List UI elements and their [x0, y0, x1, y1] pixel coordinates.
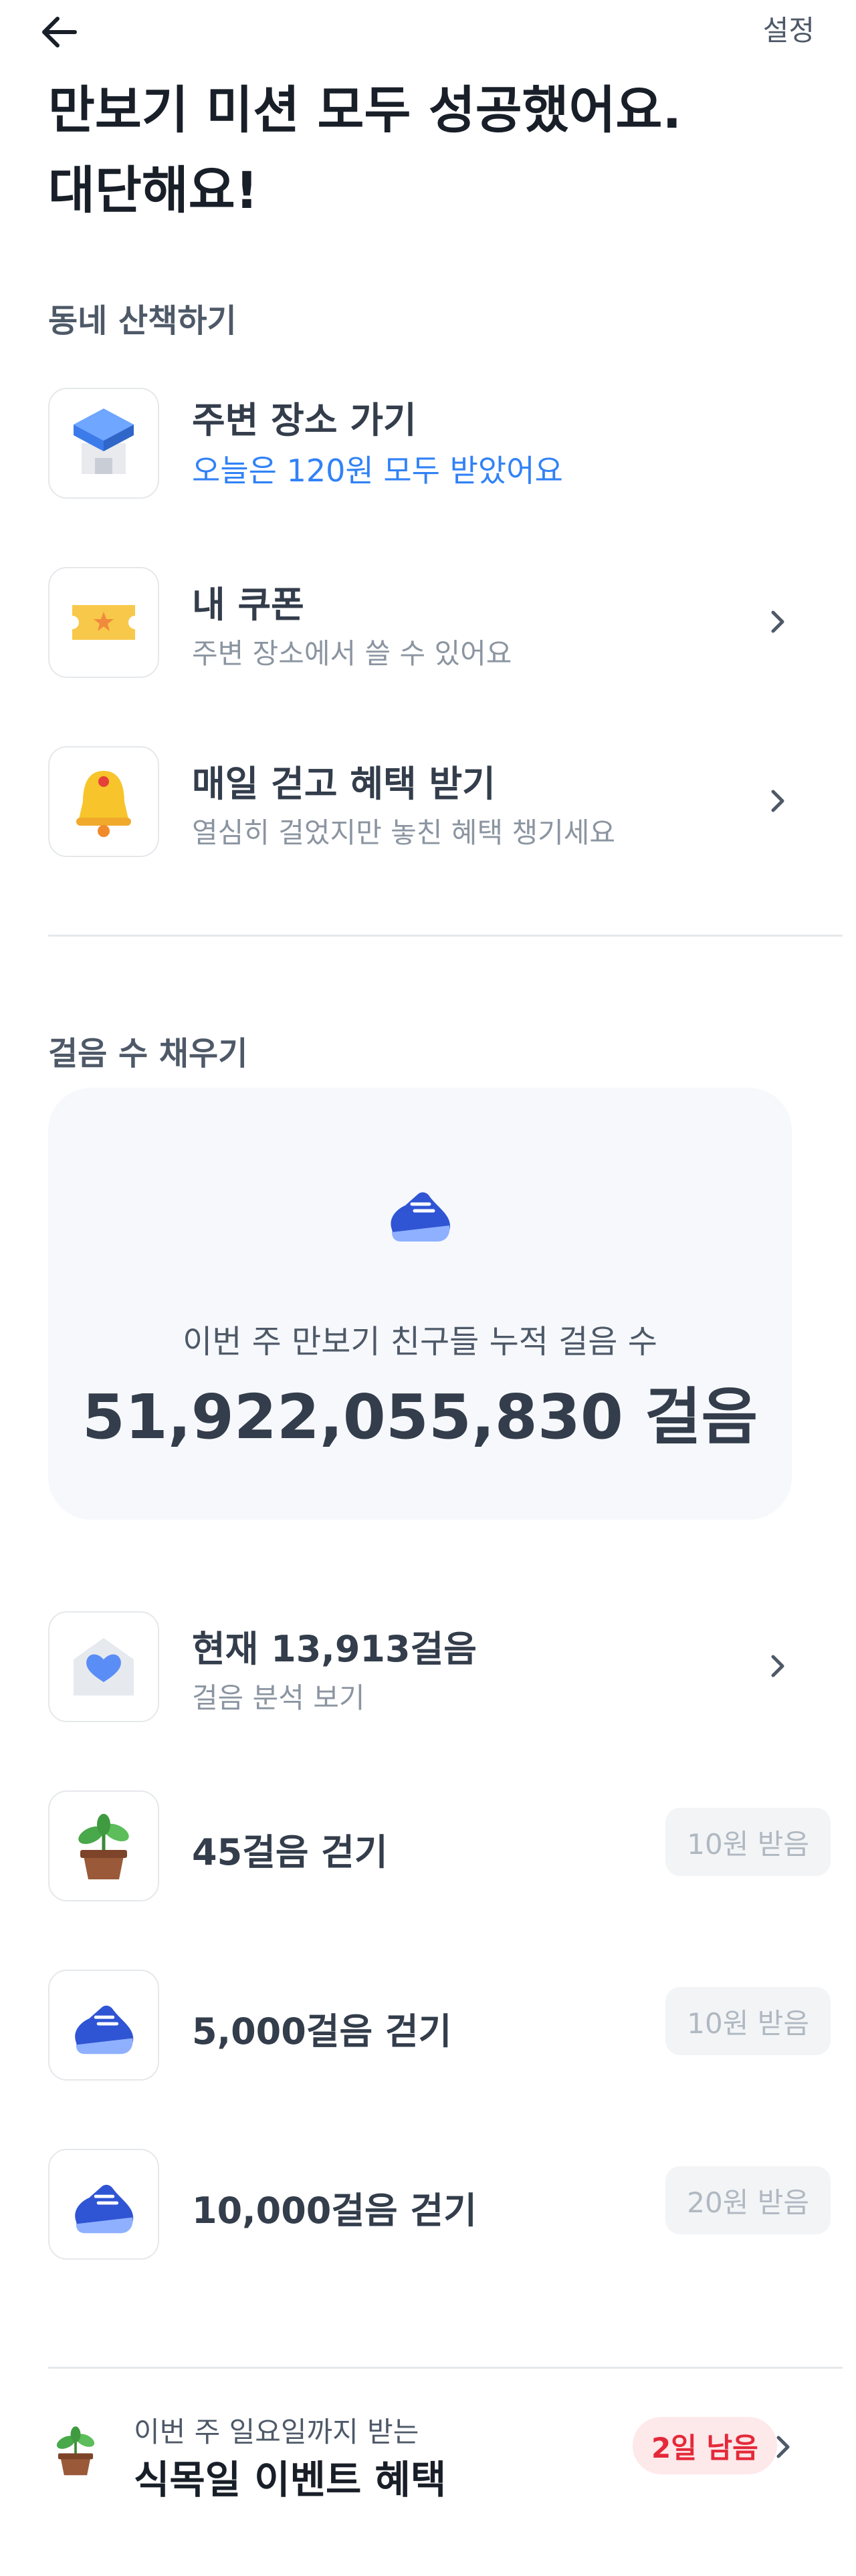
sneaker-icon: [391, 1192, 451, 1242]
envelope-heart-icon: [48, 1611, 159, 1722]
divider: [48, 935, 843, 937]
mission-title: 5,000걸음 걷기: [192, 2010, 452, 2053]
my-coupon-title: 내 쿠폰: [192, 584, 304, 626]
plant-icon: [48, 1790, 159, 1901]
plant-icon: [56, 2426, 95, 2476]
nearby-places-subtitle: 오늘은 120원 모두 받았어요: [192, 453, 563, 489]
weekly-steps-label: 이번 주 만보기 친구들 누적 걸음 수: [183, 1323, 657, 1361]
current-steps-row[interactable]: 현재 13,913걸음 걸음 분석 보기: [48, 1611, 837, 1732]
chevron-right-icon: [771, 1655, 784, 1677]
back-button[interactable]: [33, 5, 87, 59]
event-subtitle: 이번 주 일요일까지 받는: [134, 2416, 419, 2448]
daily-benefit-row[interactable]: 매일 걷고 혜택 받기 열심히 걸었지만 놓친 혜택 챙기세요: [48, 746, 837, 866]
nearby-places-title: 주변 장소 가기: [192, 399, 417, 441]
weekly-steps-card: 이번 주 만보기 친구들 누적 걸음 수 51,922,055,830 걸음: [48, 1088, 792, 1520]
building-icon: [48, 388, 159, 499]
current-steps-subtitle: 걸음 분석 보기: [192, 1681, 365, 1714]
days-left-badge: 2일 남음: [633, 2417, 777, 2474]
chevron-right-icon: [771, 610, 784, 633]
divider: [48, 2367, 843, 2369]
arrow-left-icon: [42, 17, 77, 47]
mission-title: 10,000걸음 걷기: [192, 2190, 477, 2232]
section-title-steps: 걸음 수 채우기: [48, 1035, 248, 1072]
reward-button[interactable]: 10원 받음: [665, 1987, 831, 2055]
my-coupon-row[interactable]: 내 쿠폰 주변 장소에서 쓸 수 있어요: [48, 567, 837, 687]
my-coupon-subtitle: 주변 장소에서 쓸 수 있어요: [192, 637, 512, 670]
event-title: 식목일 이벤트 혜택: [134, 2457, 447, 2502]
mission-row: 5,000걸음 걷기 10원 받음: [48, 1970, 837, 2090]
mission-row: 10,000걸음 걷기 20원 받음: [48, 2149, 837, 2269]
bell-icon: [48, 746, 159, 857]
page-title-line1: 만보기 미션 모두 성공했어요.: [48, 80, 682, 140]
chevron-right-icon: [776, 2436, 790, 2458]
mission-row: 45걸음 걷기 10원 받음: [48, 1790, 837, 1911]
sneaker-icon: [48, 2149, 159, 2260]
reward-button[interactable]: 10원 받음: [665, 1808, 831, 1876]
weekly-steps-value: 51,922,055,830 걸음: [82, 1381, 758, 1453]
reward-button[interactable]: 20원 받음: [665, 2166, 831, 2234]
mission-title: 45걸음 걷기: [192, 1831, 388, 1873]
page-title: 만보기 미션 모두 성공했어요. 대단해요!: [48, 70, 681, 231]
section-title-walk: 동네 산책하기: [48, 302, 237, 340]
nearby-places-row[interactable]: 주변 장소 가기 오늘은 120원 모두 받았어요: [48, 388, 837, 508]
daily-benefit-subtitle: 열심히 걸었지만 놓친 혜택 챙기세요: [192, 816, 616, 849]
settings-button[interactable]: 설정: [763, 8, 815, 49]
page-title-line2: 대단해요!: [48, 160, 259, 220]
current-steps-title: 현재 13,913걸음: [192, 1628, 477, 1670]
sneaker-icon: [48, 1970, 159, 2081]
daily-benefit-title: 매일 걷고 혜택 받기: [192, 763, 496, 805]
chevron-right-icon: [771, 790, 784, 812]
ticket-icon: [48, 567, 159, 678]
